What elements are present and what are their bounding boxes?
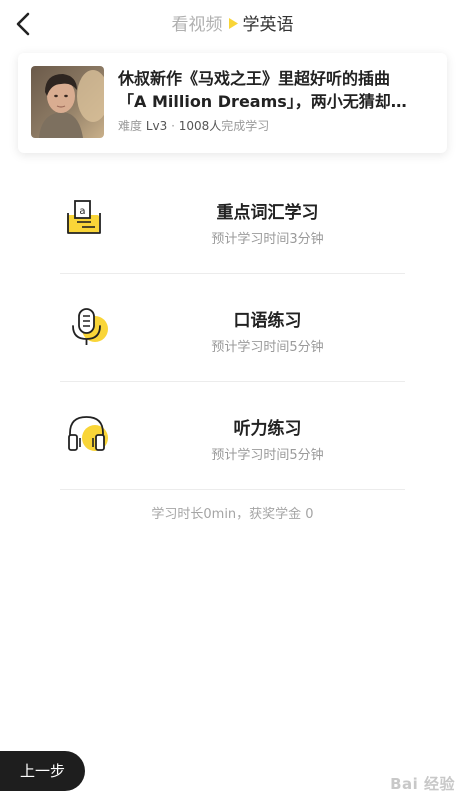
crumb-watch-video[interactable]: 看视频 — [172, 15, 223, 35]
microphone-icon — [64, 303, 110, 349]
video-card[interactable]: 休叔新作《马戏之王》里超好听的插曲 「A Million Dreams」，两小无… — [18, 53, 447, 153]
divider — [60, 273, 405, 274]
watermark: Bai 经验 — [390, 775, 455, 793]
listening-practice-item[interactable]: 听力练习 预计学习时间5分钟 — [60, 383, 405, 489]
item-title: 口语练习 — [233, 311, 302, 331]
divider — [60, 489, 405, 490]
learner-suffix: 完成学习 — [221, 119, 270, 133]
vocabulary-card-icon: a — [64, 195, 110, 241]
difficulty-label: 难度 — [118, 119, 143, 133]
video-meta: 难度 Lv3 · 1008人完成学习 — [118, 117, 269, 134]
video-thumbnail — [31, 66, 104, 138]
study-summary: 学习时长0min，获奖学金 0 — [151, 507, 314, 522]
crumb-learn-english: 学英语 — [242, 15, 294, 35]
video-title-line-2: 「A Million Dreams」，两小无猜却… — [118, 92, 407, 111]
item-subtitle: 预计学习时间5分钟 — [211, 448, 324, 463]
learner-count: 1008人 — [178, 119, 222, 133]
vocabulary-study-item[interactable]: a 重点词汇学习 预计学习时间3分钟 — [60, 167, 405, 273]
item-subtitle: 预计学习时间5分钟 — [211, 340, 324, 355]
meta-separator: · — [171, 119, 175, 133]
breadcrumb: 看视频 学英语 — [0, 14, 465, 36]
svg-text:a: a — [79, 206, 85, 217]
video-title: 休叔新作《马戏之王》里超好听的插曲 「A Million Dreams」，两小无… — [118, 67, 436, 113]
divider — [60, 381, 405, 382]
headphones-icon — [64, 411, 110, 457]
play-arrow-icon — [228, 13, 238, 35]
previous-step-button[interactable]: 上一步 — [0, 751, 85, 791]
item-title: 听力练习 — [233, 419, 302, 439]
video-title-line-1: 休叔新作《马戏之王》里超好听的插曲 — [118, 69, 391, 88]
item-title: 重点词汇学习 — [216, 203, 319, 223]
top-bar: 看视频 学英语 — [0, 0, 465, 50]
speaking-practice-item[interactable]: 口语练习 预计学习时间5分钟 — [60, 275, 405, 381]
difficulty-value: Lv3 — [145, 119, 168, 133]
item-subtitle: 预计学习时间3分钟 — [211, 232, 324, 247]
